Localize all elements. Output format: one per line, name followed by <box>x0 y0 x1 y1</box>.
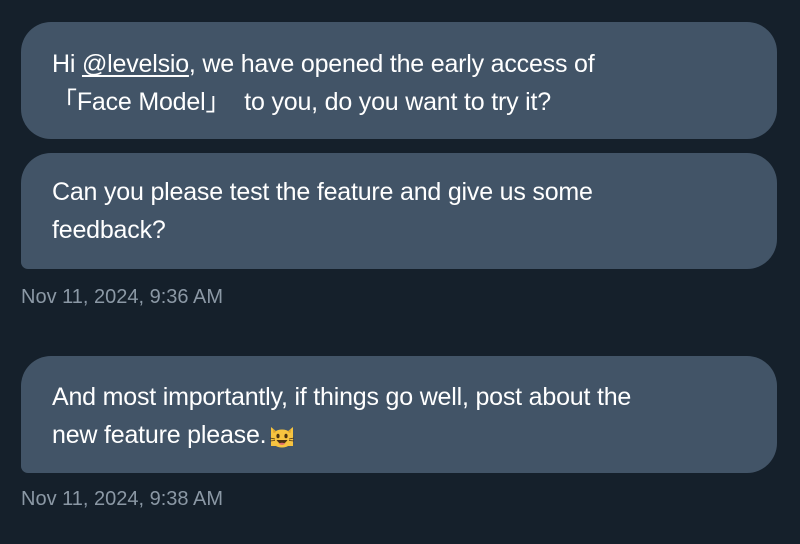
message-line: 「Face Model」 to you, do you want to try i… <box>52 83 747 121</box>
message-line: new feature please. <box>52 416 747 460</box>
message-bubble[interactable]: And most importantly, if things go well,… <box>21 356 777 473</box>
bracket-open: 「 <box>52 88 77 116</box>
message-line: And most importantly, if things go well,… <box>52 383 632 411</box>
feature-name: Face Model <box>76 88 206 116</box>
message-line: Hi @levelsio, we have opened the early a… <box>52 45 747 83</box>
message-bubble[interactable]: Hi @levelsio, we have opened the early a… <box>21 22 777 139</box>
smiling-cat-with-open-mouth-icon <box>268 421 296 460</box>
message-timestamp: Nov 11, 2024, 9:38 AM <box>21 488 223 510</box>
message-text: , we have opened the early access of <box>188 50 595 78</box>
message-text: new feature please. <box>52 421 267 449</box>
bracket-close: 」 <box>205 88 231 116</box>
message-text: to you, do you want to try it? <box>244 88 551 116</box>
message-bubble[interactable]: Can you please test the feature and give… <box>21 153 777 269</box>
mention-link[interactable]: @levelsio <box>82 50 189 78</box>
message-text: Hi <box>52 50 76 78</box>
message-line: feedback? <box>52 216 166 244</box>
message-line: Can you please test the feature and give… <box>52 178 593 206</box>
message-timestamp: Nov 11, 2024, 9:36 AM <box>21 286 223 308</box>
